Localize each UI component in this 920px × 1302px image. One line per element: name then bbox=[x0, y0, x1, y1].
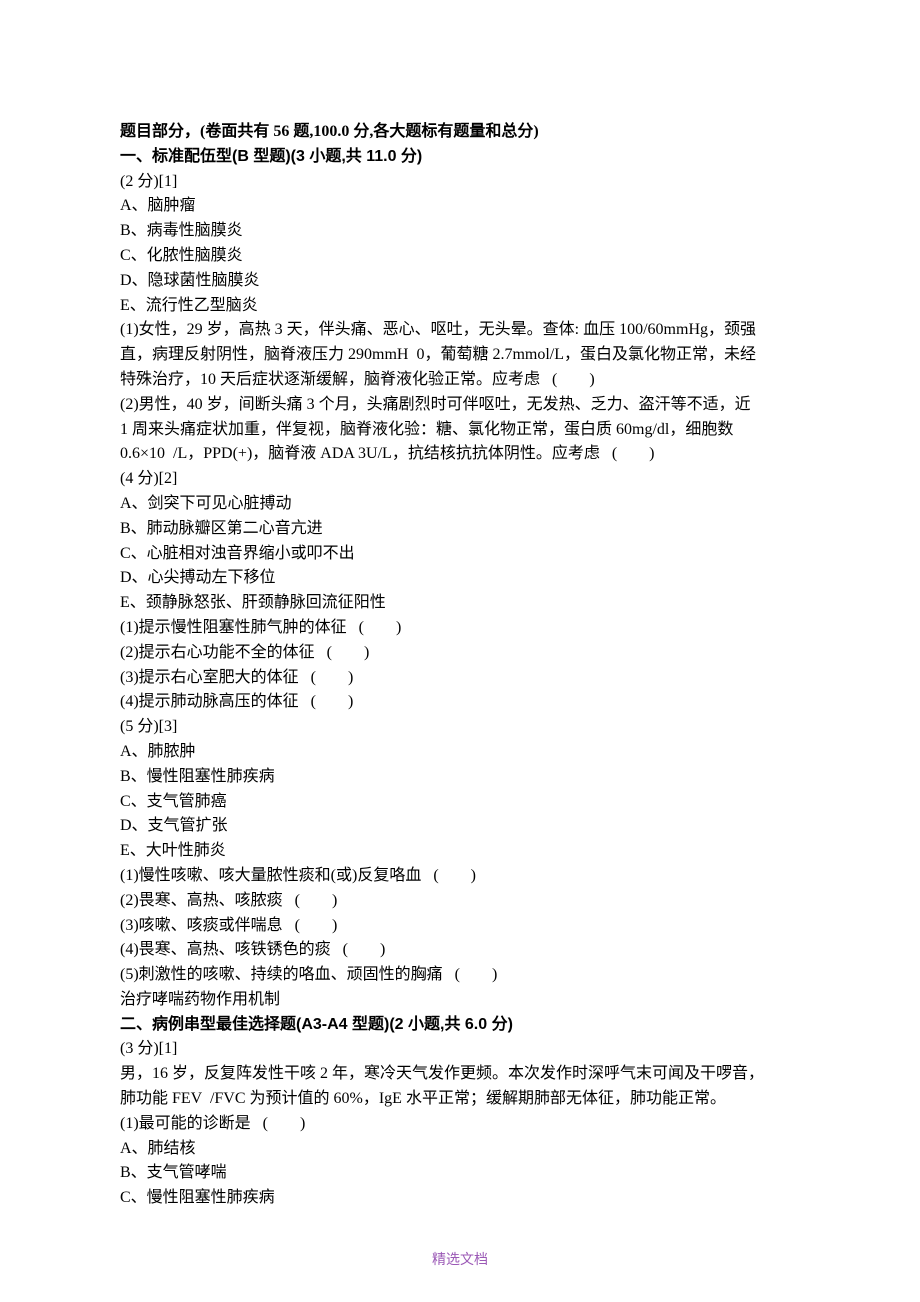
q1-sub1-line1: (1)女性，29 岁，高热 3 天，伴头痛、恶心、呕吐，无头晕。查体: 血压 1… bbox=[120, 318, 800, 343]
q1-option-c: C、化脓性脑膜炎 bbox=[120, 244, 800, 269]
s2-q1-option-a: A、肺结核 bbox=[120, 1137, 800, 1162]
q1-sub2-line3: 0.6×10 /L，PPD(+)，脑脊液 ADA 3U/L，抗结核抗抗体阴性。应… bbox=[120, 442, 800, 467]
q3-option-a: A、肺脓肿 bbox=[120, 740, 800, 765]
q2-sub1: (1)提示慢性阻塞性肺气肿的体征 ( ) bbox=[120, 616, 800, 641]
s2-q1-option-c: C、慢性阻塞性肺疾病 bbox=[120, 1186, 800, 1211]
q3-sub4: (4)畏寒、高热、咳铁锈色的痰 ( ) bbox=[120, 938, 800, 963]
q1-sub2-line1: (2)男性，40 岁，间断头痛 3 个月，头痛剧烈时可伴呕吐，无发热、乏力、盗汗… bbox=[120, 393, 800, 418]
q3-option-e: E、大叶性肺炎 bbox=[120, 839, 800, 864]
q1-option-d: D、隐球菌性脑膜炎 bbox=[120, 269, 800, 294]
q2-option-e: E、颈静脉怒张、肝颈静脉回流征阳性 bbox=[120, 591, 800, 616]
q3-option-d: D、支气管扩张 bbox=[120, 814, 800, 839]
page-footer: 精选文档 bbox=[0, 1250, 920, 1272]
q3-sub2: (2)畏寒、高热、咳脓痰 ( ) bbox=[120, 889, 800, 914]
q1-sub1-line3: 特殊治疗，10 天后症状逐渐缓解，脑脊液化验正常。应考虑 ( ) bbox=[120, 368, 800, 393]
q2-option-b: B、肺动脉瓣区第二心音亢进 bbox=[120, 517, 800, 542]
q3-option-b: B、慢性阻塞性肺疾病 bbox=[120, 765, 800, 790]
s2-q1-option-b: B、支气管哮喘 bbox=[120, 1161, 800, 1186]
q2-option-d: D、心尖搏动左下移位 bbox=[120, 566, 800, 591]
q3-score: (5 分)[3] bbox=[120, 715, 800, 740]
q1-sub1-line2: 直，病理反射阴性，脑脊液压力 290mmH 0，葡萄糖 2.7mmol/L，蛋白… bbox=[120, 343, 800, 368]
paper-header: 题目部分，(卷面共有 56 题,100.0 分,各大题标有题量和总分) bbox=[120, 120, 800, 145]
q3-option-c: C、支气管肺癌 bbox=[120, 790, 800, 815]
s2-q1-score: (3 分)[1] bbox=[120, 1037, 800, 1062]
q3-sub3: (3)咳嗽、咳痰或伴喘息 ( ) bbox=[120, 914, 800, 939]
s2-q1-sub1: (1)最可能的诊断是 ( ) bbox=[120, 1112, 800, 1137]
q2-option-a: A、剑突下可见心脏搏动 bbox=[120, 492, 800, 517]
q2-score: (4 分)[2] bbox=[120, 467, 800, 492]
q1-option-a: A、脑肿瘤 bbox=[120, 194, 800, 219]
q1-option-b: B、病毒性脑膜炎 bbox=[120, 219, 800, 244]
section-1-title: 一、标准配伍型(B 型题)(3 小题,共 11.0 分) bbox=[120, 145, 800, 170]
q1-score: (2 分)[1] bbox=[120, 170, 800, 195]
s2-q1-stem2: 肺功能 FEV /FVC 为预计值的 60%，IgE 水平正常；缓解期肺部无体征… bbox=[120, 1087, 800, 1112]
q2-sub3: (3)提示右心室肥大的体征 ( ) bbox=[120, 666, 800, 691]
q1-option-e: E、流行性乙型脑炎 bbox=[120, 294, 800, 319]
q2-sub4: (4)提示肺动脉高压的体征 ( ) bbox=[120, 690, 800, 715]
section-2-title: 二、病例串型最佳选择题(A3-A4 型题)(2 小题,共 6.0 分) bbox=[120, 1013, 800, 1038]
q2-option-c: C、心脏相对浊音界缩小或叩不出 bbox=[120, 542, 800, 567]
q2-sub2: (2)提示右心功能不全的体征 ( ) bbox=[120, 641, 800, 666]
q3-sub1: (1)慢性咳嗽、咳大量脓性痰和(或)反复咯血 ( ) bbox=[120, 864, 800, 889]
q1-sub2-line2: 1 周来头痛症状加重，伴复视，脑脊液化验：糖、氯化物正常，蛋白质 60mg/dl… bbox=[120, 418, 800, 443]
q3-sub5: (5)刺激性的咳嗽、持续的咯血、顽固性的胸痛 ( ) bbox=[120, 963, 800, 988]
s2-q1-stem1: 男，16 岁，反复阵发性干咳 2 年，寒冷天气发作更频。本次发作时深呼气末可闻及… bbox=[120, 1062, 800, 1087]
q3-note: 治疗哮喘药物作用机制 bbox=[120, 988, 800, 1013]
